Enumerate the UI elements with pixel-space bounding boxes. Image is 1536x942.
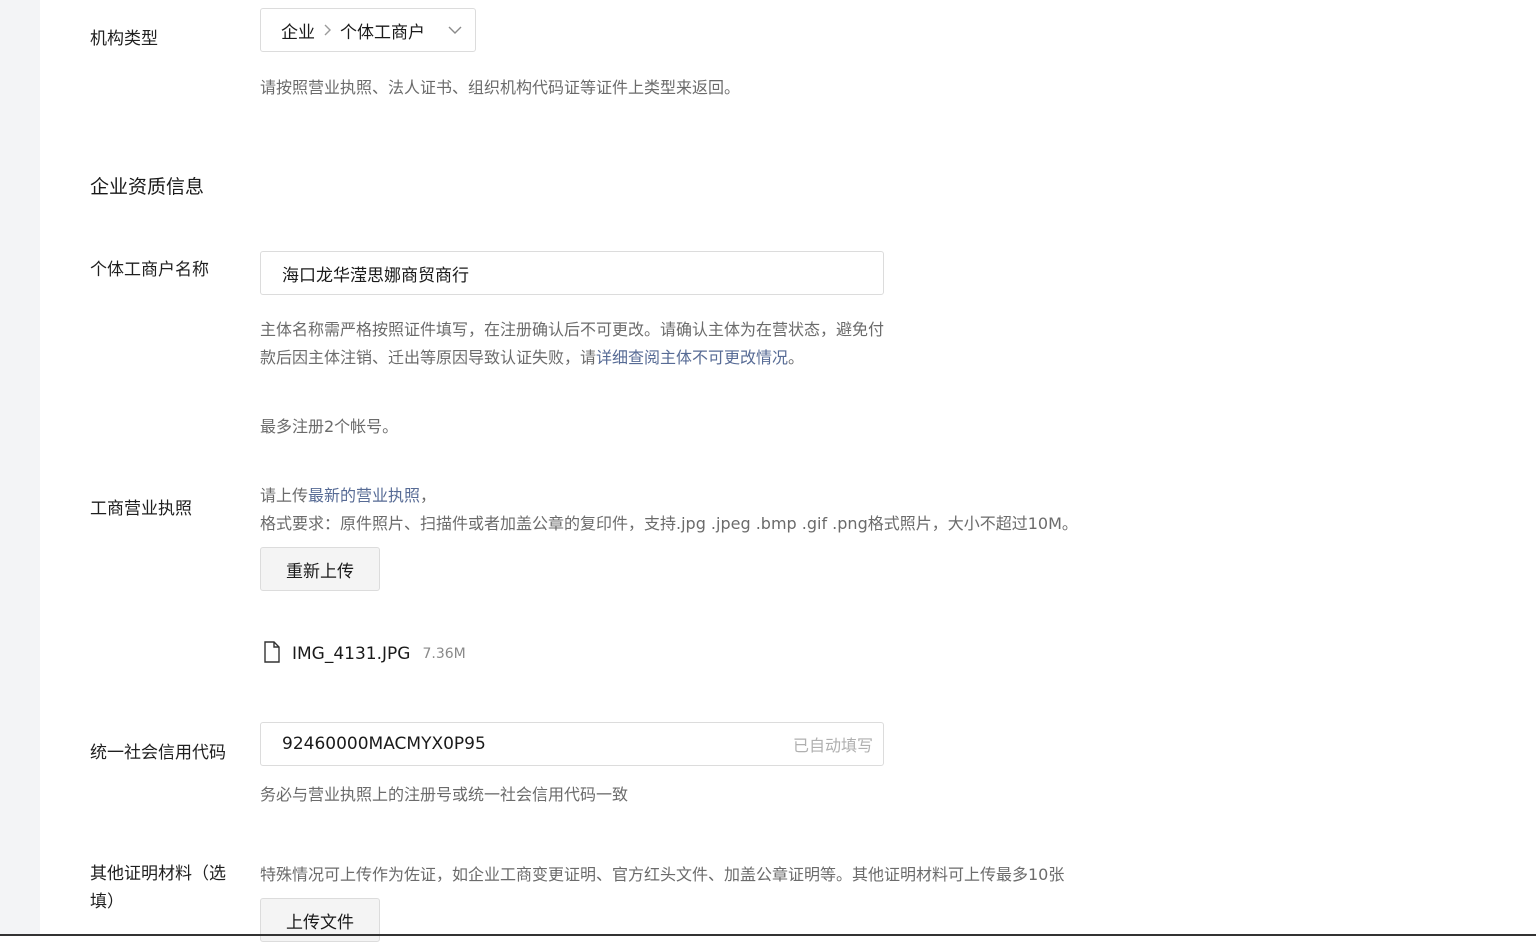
biz-name-input[interactable]: 海口龙华滢思娜商贸商行 <box>260 251 884 295</box>
left-sidebar-strip <box>0 0 40 936</box>
chevron-right-icon <box>323 23 332 37</box>
credit-code-value: 92460000MACMYX0P95 <box>282 734 486 754</box>
license-hint-suffix: ， <box>420 486 437 505</box>
credit-code-hint: 务必与营业执照上的注册号或统一社会信用代码一致 <box>260 785 629 804</box>
biz-name-label: 个体工商户名称 <box>90 260 209 280</box>
license-hint-line1: 请上传最新的营业执照， <box>260 482 436 506</box>
uploaded-file-item[interactable]: IMG_4131.JPG 7.36M <box>262 641 466 667</box>
org-type-label: 机构类型 <box>90 29 158 49</box>
other-docs-hint: 特殊情况可上传作为佐证，如企业工商变更证明、官方红头文件、加盖公章证明等。其他证… <box>260 865 1065 884</box>
autofill-badge: 已自动填写 <box>792 736 873 755</box>
file-size: 7.36M <box>422 646 466 662</box>
license-format-hint: 格式要求：原件照片、扫描件或者加盖公章的复印件，支持.jpg .jpeg .bm… <box>260 514 1078 533</box>
license-label: 工商营业执照 <box>90 499 192 519</box>
biz-name-hint: 主体名称需严格按照证件填写，在注册确认后不可更改。请确认主体为在营状态，避免付款… <box>260 316 885 372</box>
org-type-level2: 个体工商户 <box>340 22 425 43</box>
chevron-down-icon <box>447 22 463 43</box>
credit-code-label: 统一社会信用代码 <box>90 743 226 763</box>
biz-name-detail-link[interactable]: 详细查阅主体不可更改情况 <box>596 348 788 367</box>
file-icon <box>262 641 282 667</box>
section-title: 企业资质信息 <box>90 176 205 198</box>
org-type-select[interactable]: 企业 个体工商户 <box>260 8 476 52</box>
biz-name-value: 海口龙华滢思娜商贸商行 <box>282 265 469 286</box>
biz-name-hint-end: 。 <box>788 348 805 367</box>
org-type-hint: 请按照营业执照、法人证书、组织机构代码证等证件上类型来返回。 <box>260 78 741 97</box>
other-docs-label: 其他证明材料（选 填） <box>90 860 226 916</box>
biz-name-limit: 最多注册2个帐号。 <box>260 417 399 436</box>
license-hint-prefix: 请上传 <box>260 486 309 505</box>
other-docs-label-line1: 其他证明材料（选 <box>90 864 226 884</box>
latest-license-link[interactable]: 最新的营业执照 <box>308 486 420 505</box>
credit-code-input[interactable]: 92460000MACMYX0P95 已自动填写 <box>260 722 884 766</box>
file-name: IMG_4131.JPG <box>292 644 411 664</box>
other-docs-label-line2: 填） <box>90 892 124 912</box>
org-type-level1: 企业 <box>281 22 315 43</box>
reupload-button[interactable]: 重新上传 <box>260 547 380 591</box>
